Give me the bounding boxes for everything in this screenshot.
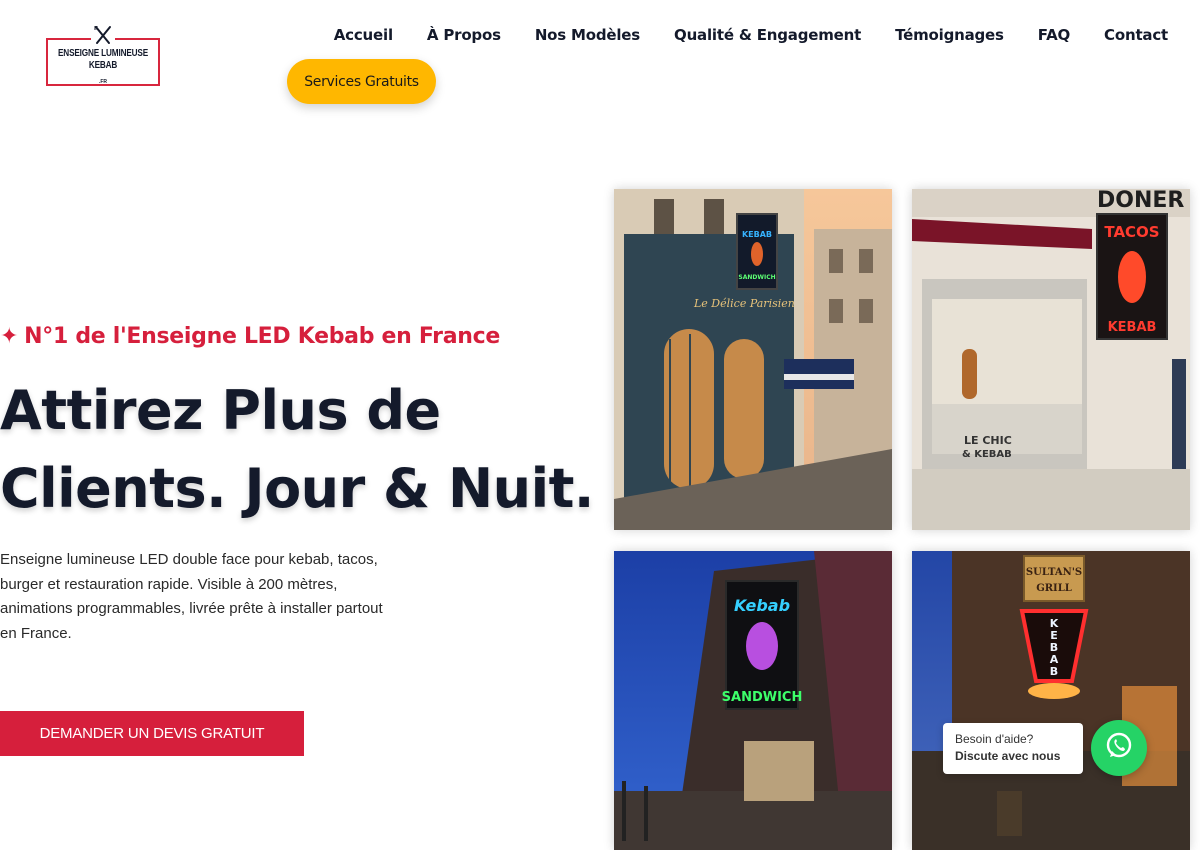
photo-paris-storefront: Le Délice Parisien KEBAB SANDWICH <box>614 189 892 530</box>
nav-accueil[interactable]: Accueil <box>334 24 393 46</box>
nav-qualite-engagement[interactable]: Qualité & Engagement <box>674 24 861 46</box>
main-nav: Accueil À Propos Nos Modèles Qualité & E… <box>334 24 1168 46</box>
nav-a-propos[interactable]: À Propos <box>427 24 501 46</box>
photo-sultans-grill: SULTAN'S GRILL KEBAB <box>912 551 1190 850</box>
window-text-2: & KEBAB <box>962 449 1012 460</box>
whatsapp-button[interactable] <box>1091 720 1147 776</box>
headline-line1: Attirez Plus de <box>0 379 441 442</box>
sign-bottom: SANDWICH <box>722 690 803 705</box>
sparkle-icon: ✦ <box>0 324 19 349</box>
logo-line1: ENSEIGNE LUMINEUSE <box>58 48 148 59</box>
site-logo[interactable]: ENSEIGNE LUMINEUSE KEBAB .FR <box>46 24 160 88</box>
request-quote-button[interactable]: DEMANDER UN DEVIS GRATUIT <box>0 711 304 756</box>
hero-tagline: ✦ N°1 de l'Enseigne LED Kebab en France <box>0 324 500 349</box>
logo-suffix: .FR <box>98 79 108 85</box>
chat-line1: Besoin d'aide? <box>955 732 1034 746</box>
sign-vertical: KEBAB <box>1050 617 1059 678</box>
tagline-text: N°1 de l'Enseigne LED Kebab en France <box>24 324 500 349</box>
sign-top: KEBAB <box>742 230 772 239</box>
logo-text: ENSEIGNE LUMINEUSE KEBAB <box>56 48 149 72</box>
services-gratuits-button[interactable]: Services Gratuits <box>287 59 436 104</box>
sign-bottom: SANDWICH <box>738 274 775 281</box>
logo-line2: KEBAB <box>88 60 118 71</box>
headline-line2: Clients. Jour & Nuit. <box>0 457 594 520</box>
shop-top-text: DONER <box>1097 189 1184 213</box>
sign-top: Kebab <box>734 596 790 615</box>
sign-header-2: GRILL <box>1036 583 1072 594</box>
landing-page: ENSEIGNE LUMINEUSE KEBAB .FR Accueil À P… <box>0 0 1200 850</box>
chat-line2: Discute avec nous <box>955 749 1061 763</box>
storefront-name: Le Délice Parisien <box>693 297 795 310</box>
hero-description: Enseigne lumineuse LED double face pour … <box>0 551 383 642</box>
sign-header-1: SULTAN'S <box>1026 567 1082 578</box>
crossed-utensils-icon <box>91 24 115 46</box>
chat-bubble[interactable]: Besoin d'aide? Discute avec nous <box>943 723 1083 774</box>
sign-bottom: KEBAB <box>1108 320 1157 335</box>
nav-contact[interactable]: Contact <box>1104 24 1168 46</box>
window-text-1: LE CHIC <box>964 434 1012 447</box>
photo-tacos-kebab-shop: DONER TACOS KEBAB LE CHIC & KEBAB <box>912 189 1190 530</box>
nav-nos-modeles[interactable]: Nos Modèles <box>535 24 640 46</box>
sign-top: TACOS <box>1104 223 1159 241</box>
photo-kebab-sandwich-street: Kebab SANDWICH <box>614 551 892 850</box>
whatsapp-icon <box>1104 731 1134 766</box>
nav-faq[interactable]: FAQ <box>1038 24 1070 46</box>
nav-temoignages[interactable]: Témoignages <box>895 24 1004 46</box>
hero-headline: Attirez Plus de Clients. Jour & Nuit. <box>0 372 600 528</box>
